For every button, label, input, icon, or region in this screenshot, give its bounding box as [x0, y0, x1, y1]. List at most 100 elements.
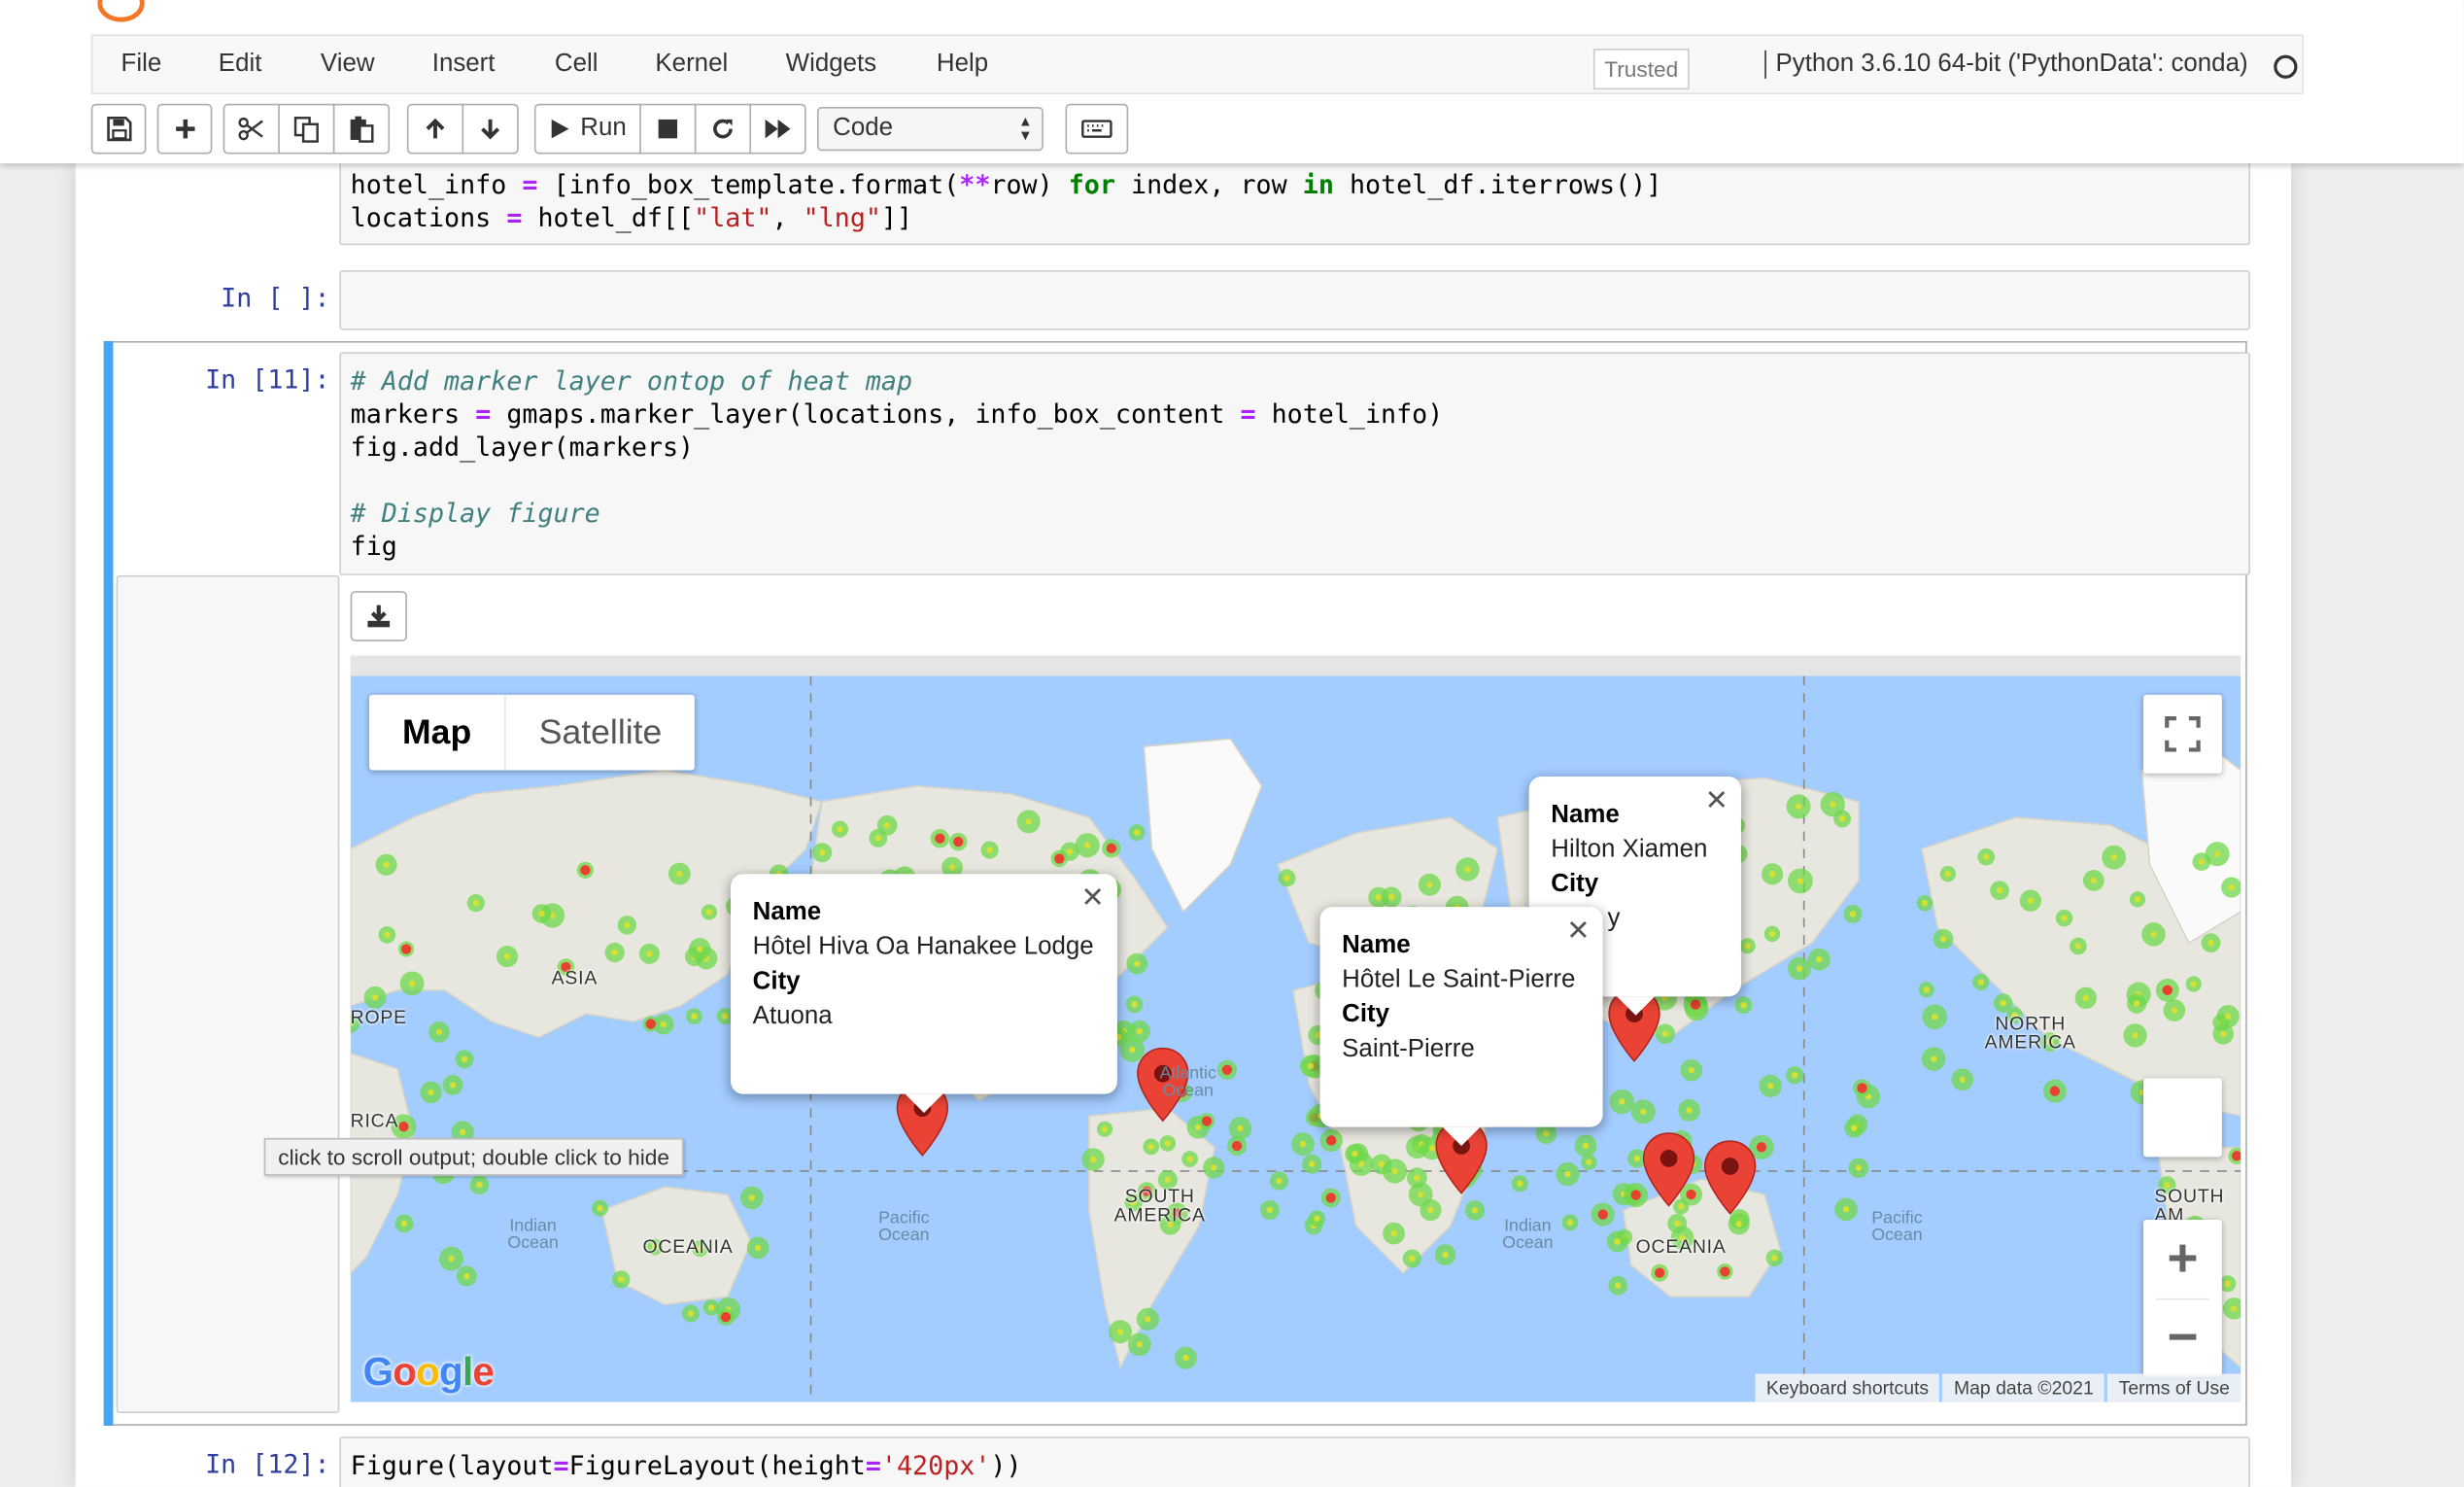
zoom-control: + −: [2142, 1220, 2222, 1377]
heatmap-point-core: [1744, 943, 1751, 950]
run-button[interactable]: Run: [533, 103, 641, 155]
info-window-saint-pierre: ✕ Name Hôtel Le Saint-Pierre City Saint-…: [1319, 907, 1603, 1147]
fullscreen-button[interactable]: [2142, 694, 2222, 774]
close-icon[interactable]: ✕: [1566, 914, 1590, 949]
zoom-out-button[interactable]: −: [2143, 1298, 2222, 1377]
heatmap-point-core: [720, 1312, 732, 1323]
save-button[interactable]: [90, 103, 147, 155]
restart-run-all-button[interactable]: [749, 103, 806, 155]
google-logo[interactable]: Google: [363, 1350, 495, 1396]
heatmap-point-core: [1129, 1046, 1136, 1054]
menu-file[interactable]: File: [121, 51, 162, 79]
heatmap-point-core: [1857, 1083, 1867, 1093]
menu-help[interactable]: Help: [937, 51, 988, 79]
heatmap-point-core: [435, 1028, 443, 1036]
heatmap-point-core: [1266, 1206, 1274, 1214]
keyboard-shortcuts-link[interactable]: Keyboard shortcuts: [1755, 1373, 1940, 1402]
menu-view[interactable]: View: [321, 51, 375, 79]
heatmap-point-core: [660, 1020, 667, 1028]
map-type-map-button[interactable]: Map: [369, 694, 506, 771]
heatmap-point-core: [1983, 853, 1990, 860]
heatmap-point-core: [935, 833, 945, 844]
menu-bar: File Edit View Insert Cell Kernel Widget…: [90, 34, 2304, 95]
close-icon[interactable]: ✕: [1081, 881, 1105, 916]
heatmap-point-core: [645, 1019, 656, 1029]
label-europe: ROPE: [350, 1006, 407, 1028]
output-prompt-area[interactable]: [116, 574, 340, 1413]
zoom-in-button[interactable]: +: [2143, 1220, 2222, 1298]
heatmap-point-core: [646, 951, 653, 957]
cell-type-select[interactable]: Code ▲ ▼: [816, 106, 1044, 152]
heatmap-point-core: [1640, 1108, 1647, 1116]
move-up-button[interactable]: [406, 103, 464, 155]
heatmap-point-core: [2000, 999, 2006, 1007]
paste-button[interactable]: [332, 103, 391, 155]
kernel-name[interactable]: Python 3.6.10 64-bit ('PythonData': cond…: [1764, 50, 2248, 79]
heatmap-point-core: [580, 865, 591, 876]
heatmap-point-core: [1299, 1140, 1307, 1148]
menu-cell[interactable]: Cell: [555, 51, 599, 79]
terms-of-use-link[interactable]: Terms of Use: [2107, 1373, 2242, 1402]
label-africa: RICA: [350, 1109, 399, 1132]
menu-insert[interactable]: Insert: [432, 51, 496, 79]
heatmap-point-core: [1471, 1207, 1479, 1214]
move-down-button[interactable]: [462, 103, 519, 155]
heatmap-point-core: [1688, 1066, 1695, 1074]
code-cell-11-input[interactable]: # Add marker layer ontop of heat map mar…: [339, 352, 2250, 575]
heatmap-point-core: [1655, 1267, 1665, 1278]
heatmap-point-core: [1661, 1030, 1669, 1038]
heatmap-point-core: [383, 861, 390, 869]
menu-edit[interactable]: Edit: [219, 51, 262, 79]
heatmap-point-core: [371, 994, 379, 1001]
interrupt-button[interactable]: [639, 103, 697, 155]
heatmap-point-core: [1427, 1206, 1434, 1214]
heatmap-point-core: [1678, 1203, 1685, 1210]
jupyter-logo[interactable]: [97, 0, 145, 22]
heatmap-point-core: [953, 836, 964, 847]
heatmap-point-core: [624, 921, 631, 929]
heatmap-point-core: [1586, 1158, 1592, 1165]
marker-dot: [1721, 1158, 1739, 1175]
google-map[interactable]: ASIA ROPE RICA NORTH AMERICA SOUTH AMERI…: [350, 675, 2242, 1402]
heatmap-point-core: [1792, 1072, 1798, 1079]
label-indian-ocean-mid: Indian Ocean: [1502, 1216, 1554, 1253]
menu-widgets[interactable]: Widgets: [786, 51, 876, 79]
heatmap-point-core: [1325, 1193, 1336, 1203]
heatmap-point-core: [986, 847, 993, 853]
heatmap-point-core: [1116, 1328, 1124, 1335]
google-logo-e: e: [472, 1350, 495, 1395]
code-cell-12-input[interactable]: Figure(layout=FigureLayout(height='420px…: [339, 1436, 2250, 1487]
command-palette-button[interactable]: [1065, 103, 1129, 155]
menu-kernel[interactable]: Kernel: [655, 51, 728, 79]
close-icon[interactable]: ✕: [1705, 782, 1728, 817]
heatmap-point-core: [449, 1082, 457, 1089]
download-button[interactable]: [350, 591, 407, 641]
empty-code-cell[interactable]: [339, 270, 2250, 330]
world-map-canvas[interactable]: [350, 675, 2242, 1402]
copy-button[interactable]: [278, 103, 335, 155]
heatmap-point-core: [1597, 1209, 1608, 1220]
heatmap-point-core: [1686, 1107, 1693, 1114]
zoom-separator: [2155, 1297, 2209, 1300]
heatmap-point-core: [2134, 896, 2141, 903]
heatmap-point-core: [2190, 981, 2197, 987]
heatmap-point-core: [1390, 1229, 1397, 1237]
cut-button[interactable]: [222, 103, 280, 155]
marker-dot: [1660, 1150, 1678, 1167]
heatmap-point-core: [1025, 818, 1032, 825]
map-type-satellite-button[interactable]: Satellite: [506, 695, 696, 771]
info-name-label: Name: [1551, 801, 1620, 829]
code-comment-display-figure: # Display figure: [350, 498, 600, 529]
heatmap-point-core: [1740, 1001, 1747, 1009]
pegman-button[interactable]: [2142, 1078, 2222, 1158]
select-arrows-icon: ▲ ▼: [1018, 113, 1033, 144]
keyboard-icon: [1081, 120, 1112, 138]
insert-cell-button[interactable]: [156, 103, 213, 155]
heatmap-point-core: [1923, 986, 1930, 993]
restart-button[interactable]: [694, 103, 752, 155]
info-city-label: City: [752, 968, 801, 995]
heatmap-point-core: [2082, 994, 2090, 1002]
heatmap-point-core: [1066, 847, 1074, 855]
trusted-badge[interactable]: Trusted: [1592, 49, 1690, 90]
heatmap-point-core: [1391, 1167, 1398, 1175]
